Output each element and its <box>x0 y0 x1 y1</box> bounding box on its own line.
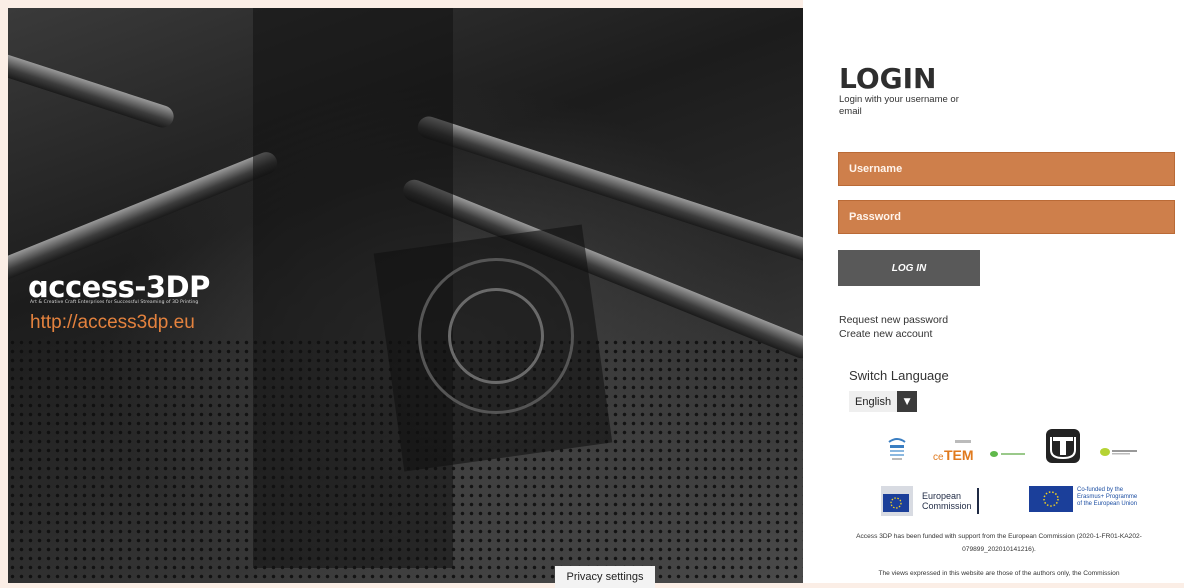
partner-logo-3 <box>989 445 1027 464</box>
printer-fan <box>448 288 544 384</box>
privacy-settings-button[interactable]: Privacy settings <box>555 566 655 588</box>
printer-rail <box>8 47 177 131</box>
create-account-link[interactable]: Create new account <box>839 328 932 340</box>
brand-logo: ɑccess-3DP <box>28 270 210 304</box>
ec-line-2: Commission <box>922 501 972 511</box>
cofunded-text: Co-funded by the Erasmus+ Programme of t… <box>1077 487 1137 508</box>
eu-flag-icon <box>1029 484 1073 518</box>
ec-line-1: European <box>922 491 962 501</box>
username-input[interactable] <box>838 152 1175 186</box>
chevron-down-icon: ▼ <box>897 391 918 412</box>
european-commission-text: European Commission <box>922 491 972 511</box>
partner-logo-5 <box>1099 443 1139 462</box>
login-panel: LOGIN Login with your username or email … <box>803 0 1184 583</box>
cofunded-line-3: of the European Union <box>1077 501 1138 507</box>
language-select[interactable]: English ▼ <box>849 391 924 412</box>
switch-language-label: Switch Language <box>849 368 949 383</box>
request-password-link[interactable]: Request new password <box>839 314 948 326</box>
brand-tagline: Art & Creative Craft Enterprises for Suc… <box>30 300 199 305</box>
svg-text:ce: ce <box>933 452 944 463</box>
partner-logo-tu <box>1045 428 1081 468</box>
brand-url-link[interactable]: http://access3dp.eu <box>30 312 195 334</box>
svg-text:TEM: TEM <box>944 447 974 463</box>
cofunded-line-2: Erasmus+ Programme <box>1077 494 1138 500</box>
hero-image: ɑccess-3DP Art & Creative Craft Enterpri… <box>8 8 803 583</box>
login-button[interactable]: LOG IN <box>838 250 980 286</box>
cofunded-line-1: Co-funded by the <box>1077 487 1124 493</box>
eu-divider <box>977 488 979 514</box>
partner-logo-1 <box>887 436 907 466</box>
disclaimer-note: The views expressed in this website are … <box>878 570 1120 577</box>
printer-rail <box>8 148 281 290</box>
login-subtitle: Login with your username or email <box>839 94 959 117</box>
partner-logo-cetem: ce TEM <box>931 440 975 468</box>
password-input[interactable] <box>838 200 1175 234</box>
funding-note: Access 3DP has been funded with support … <box>856 533 1142 553</box>
european-commission-logo <box>875 484 919 518</box>
language-selected-value: English <box>849 391 898 412</box>
login-title: LOGIN <box>839 62 937 95</box>
